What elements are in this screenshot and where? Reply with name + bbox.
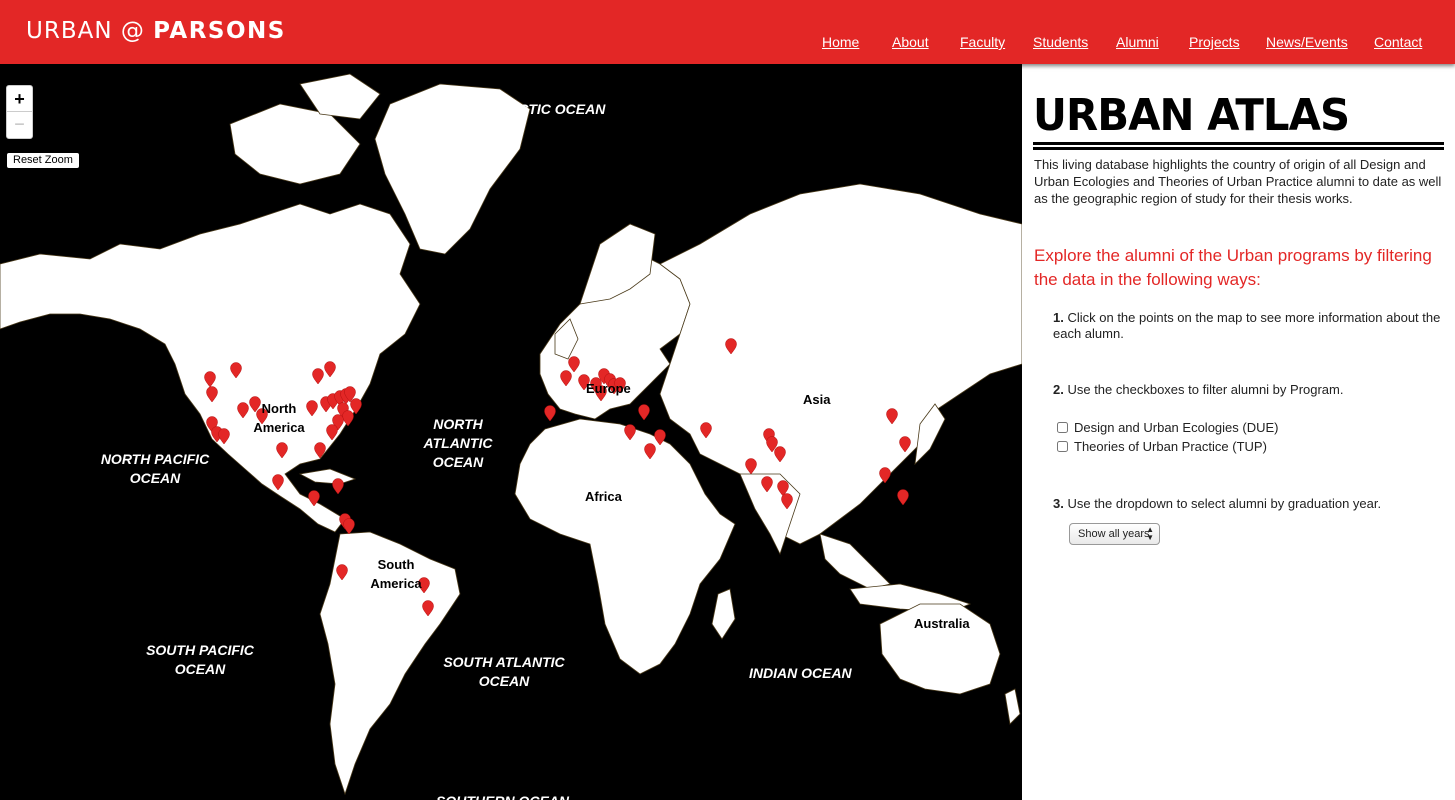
site-logo[interactable]: URBAN @ PARSONS — [26, 20, 286, 43]
land-asia — [659, 183, 1022, 545]
step-2-text: Use the checkboxes to filter alumni by P… — [1067, 382, 1344, 397]
label-south-america: South America — [370, 557, 422, 591]
label-asia: Asia — [803, 392, 831, 407]
land-north-america — [0, 203, 421, 533]
filter-tup-row[interactable]: Theories of Urban Practice (TUP) — [1057, 438, 1267, 456]
step-3-text: Use the dropdown to select alumni by gra… — [1067, 496, 1382, 511]
step-1-text: Click on the points on the map to see mo… — [1053, 310, 1441, 341]
filter-due-checkbox[interactable] — [1057, 422, 1068, 433]
land-new-zealand — [1004, 688, 1021, 725]
label-australia: Australia — [914, 616, 970, 631]
nav-projects[interactable]: Projects — [1189, 34, 1240, 50]
step-3-number: 3. — [1053, 496, 1064, 511]
reset-zoom-button[interactable]: Reset Zoom — [7, 153, 79, 168]
filter-tup-label: Theories of Urban Practice (TUP) — [1074, 439, 1267, 454]
label-southern-ocean: SOUTHERN OCEAN — [436, 792, 569, 800]
year-dropdown[interactable]: Show all years ▲ ▼ — [1069, 523, 1160, 545]
land-madagascar — [711, 588, 736, 640]
step-1-number: 1. — [1053, 310, 1064, 325]
step-2-number: 2. — [1053, 382, 1064, 397]
year-dropdown-value: Show all years — [1078, 528, 1150, 540]
land-africa — [514, 418, 736, 675]
step-1: 1. Click on the points on the map to see… — [1053, 310, 1445, 342]
intro-text: This living database highlights the coun… — [1034, 157, 1442, 206]
alumni-marker[interactable] — [544, 405, 556, 422]
explore-heading: Explore the alumni of the Urban programs… — [1034, 246, 1432, 289]
nav-contact[interactable]: Contact — [1374, 34, 1422, 50]
title-rule-top — [1033, 142, 1444, 145]
nav-about[interactable]: About — [892, 34, 929, 50]
label-north-america: North America — [253, 401, 305, 435]
zoom-out-button[interactable]: − — [7, 112, 32, 138]
alumni-marker[interactable] — [332, 478, 344, 495]
step-2: 2. Use the checkboxes to filter alumni b… — [1053, 382, 1445, 398]
step-3: 3. Use the dropdown to select alumni by … — [1053, 496, 1445, 512]
site-header: URBAN @ PARSONS Home About Faculty Stude… — [0, 0, 1455, 64]
nav-students[interactable]: Students — [1033, 34, 1088, 50]
filter-tup-checkbox[interactable] — [1057, 441, 1068, 452]
nav-alumni[interactable]: Alumni — [1116, 34, 1159, 50]
alumni-marker[interactable] — [343, 518, 355, 535]
label-north-atlantic-ocean: NORTH ATLANTIC OCEAN — [423, 416, 493, 470]
land-southeast-asia — [819, 533, 891, 590]
nav-news-events[interactable]: News/Events — [1266, 34, 1348, 50]
zoom-in-button[interactable]: + — [7, 86, 32, 112]
logo-text-light: URBAN @ — [26, 18, 154, 44]
label-europe: Europe — [586, 381, 631, 396]
logo-text-bold: PARSONS — [153, 18, 286, 44]
label-south-pacific-ocean: SOUTH PACIFIC OCEAN — [146, 642, 254, 677]
title-rule-bottom — [1033, 147, 1444, 150]
filter-due-row[interactable]: Design and Urban Ecologies (DUE) — [1057, 419, 1278, 437]
world-map[interactable]: ARCTIC OCEAN NORTH ATLANTIC OCEAN NORTH … — [0, 64, 1022, 800]
filter-due-label: Design and Urban Ecologies (DUE) — [1074, 420, 1279, 435]
label-africa: Africa — [585, 489, 622, 504]
nav-home[interactable]: Home — [822, 34, 859, 50]
dropdown-arrows-icon: ▲ ▼ — [1146, 525, 1154, 542]
sidebar-panel: URBAN ATLAS This living database highlig… — [1022, 64, 1455, 800]
nav-faculty[interactable]: Faculty — [960, 34, 1005, 50]
label-north-pacific-ocean: NORTH PACIFIC OCEAN — [100, 451, 210, 486]
zoom-control: + − — [6, 85, 33, 139]
page-title: URBAN ATLAS — [1033, 90, 1350, 141]
label-indian-ocean: INDIAN OCEAN — [749, 665, 852, 681]
alumni-marker[interactable] — [897, 489, 909, 506]
land-cuba — [298, 468, 357, 485]
label-south-atlantic-ocean: SOUTH ATLANTIC OCEAN — [443, 654, 565, 689]
alumni-marker[interactable] — [638, 404, 650, 421]
label-arctic-ocean: ARCTIC OCEAN — [498, 101, 606, 117]
